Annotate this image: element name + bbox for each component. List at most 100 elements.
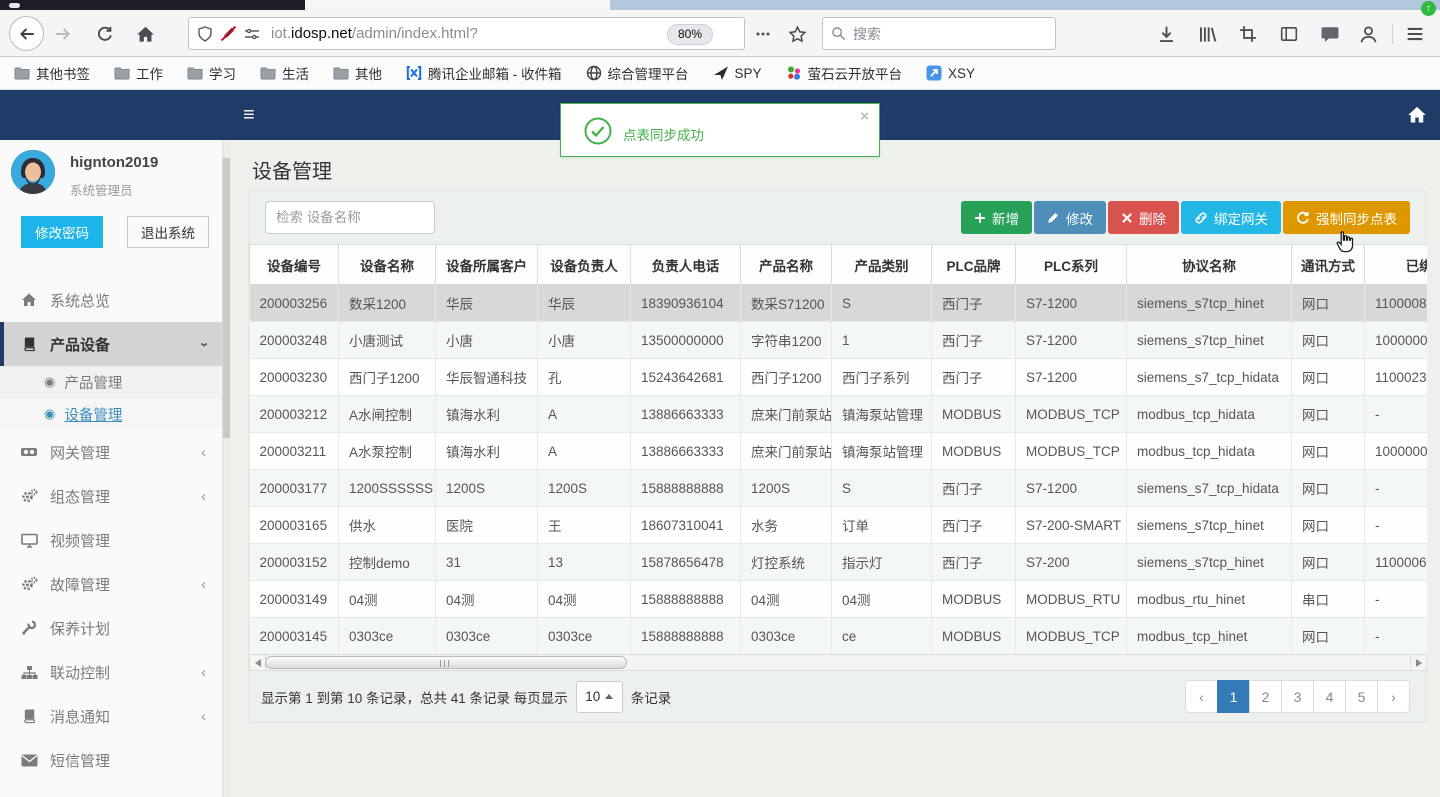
table-cell[interactable]: 13500000000 — [630, 321, 741, 359]
table-cell[interactable]: 王 — [537, 506, 631, 544]
table-row[interactable]: 200003211 A水泵控制 镇海水利 A 13886663333 庶来门前泵站 镇海泵站… — [249, 432, 1427, 470]
table-cell[interactable]: - — [1364, 506, 1427, 544]
logout-button[interactable]: 退出系统 — [127, 216, 209, 248]
table-cell[interactable]: MODBUS_TCP — [1015, 395, 1127, 433]
table-cell[interactable]: 数采1200 — [338, 284, 436, 322]
sidebar-item-system-overview[interactable]: 系统总览 — [0, 278, 222, 322]
bookmark-folder[interactable]: 其他 — [333, 63, 382, 83]
table-cell[interactable]: 庶来门前泵站 — [740, 395, 832, 433]
page-button-3[interactable]: 3 — [1281, 680, 1314, 713]
bookmark-folder[interactable]: 学习 — [187, 63, 236, 83]
table-cell[interactable]: 串口 — [1291, 580, 1365, 618]
table-cell[interactable]: 华辰智通科技 — [435, 358, 538, 396]
table-cell[interactable]: modbus_tcp_hidata — [1126, 395, 1292, 433]
scrollbar-thumb[interactable] — [223, 158, 230, 438]
table-cell[interactable]: 西门子 — [931, 321, 1016, 359]
column-header[interactable]: 已绑定网关 — [1364, 244, 1427, 285]
table-cell[interactable]: A — [537, 432, 631, 470]
table-cell[interactable]: 控制demo — [338, 543, 436, 581]
column-header[interactable]: 设备编号 — [249, 244, 339, 285]
zoom-level-badge[interactable]: 80% — [667, 24, 714, 45]
table-cell[interactable]: 200003211 — [249, 432, 339, 470]
table-cell[interactable]: 网口 — [1291, 617, 1365, 654]
table-cell[interactable]: 1100023 — [1364, 358, 1427, 396]
table-cell[interactable]: 西门子 — [931, 506, 1016, 544]
table-cell[interactable]: S — [831, 469, 932, 507]
table-cell[interactable]: 1100006 — [1364, 543, 1427, 581]
table-cell[interactable]: 15888888888 — [630, 469, 741, 507]
table-row[interactable]: 200003177 1200SSSSSS 1200S 1200S 15888888888… — [249, 469, 1427, 507]
bookmark-spy[interactable]: SPY — [713, 65, 762, 81]
bookmark-admin-platform[interactable]: 综合管理平台 — [586, 63, 689, 83]
table-cell[interactable]: 200003152 — [249, 543, 339, 581]
toast-close-icon[interactable]: × — [860, 108, 869, 125]
page-button-5[interactable]: 5 — [1345, 680, 1378, 713]
page-next-button[interactable]: › — [1377, 680, 1410, 713]
sidebar-scrollbar[interactable] — [222, 140, 230, 797]
table-cell[interactable]: 数采S71200 — [740, 284, 832, 322]
table-cell[interactable]: - — [1364, 469, 1427, 507]
table-cell[interactable]: 04测 — [537, 580, 631, 618]
column-header[interactable]: PLC品牌 — [931, 244, 1016, 285]
table-cell[interactable]: 指示灯 — [831, 543, 932, 581]
add-button[interactable]: 新增 — [961, 201, 1032, 234]
bookmark-folder[interactable]: 工作 — [114, 63, 163, 83]
permissions-sliders-icon[interactable] — [244, 26, 260, 42]
table-cell[interactable]: 灯控系统 — [740, 543, 832, 581]
table-cell[interactable]: 13 — [537, 543, 631, 581]
table-cell[interactable]: 1200S — [740, 469, 832, 507]
column-header[interactable]: 产品类别 — [831, 244, 932, 285]
sidebar-item-linkage-control[interactable]: 联动控制 ‹ — [0, 650, 222, 694]
device-search-input[interactable] — [265, 201, 435, 234]
table-cell[interactable]: 西门子系列 — [831, 358, 932, 396]
bookmark-folder[interactable]: 生活 — [260, 63, 309, 83]
column-header[interactable]: 协议名称 — [1126, 244, 1292, 285]
reload-button[interactable] — [94, 23, 116, 45]
table-cell[interactable]: - — [1364, 395, 1427, 433]
app-home-icon[interactable] — [1407, 105, 1427, 125]
table-cell[interactable]: 镇海水利 — [435, 432, 538, 470]
column-header[interactable]: 产品名称 — [740, 244, 832, 285]
blocked-pencil-icon[interactable] — [220, 25, 237, 42]
table-cell[interactable]: 15888888888 — [630, 617, 741, 654]
table-row[interactable]: 200003212 A水闸控制 镇海水利 A 13886663333 庶来门前泵站 镇海泵站… — [249, 395, 1427, 433]
scroll-right-arrow[interactable] — [1410, 655, 1426, 670]
table-cell[interactable]: MODBUS — [931, 395, 1016, 433]
table-cell[interactable]: MODBUS — [931, 580, 1016, 618]
delete-button[interactable]: 删除 — [1108, 201, 1179, 234]
table-cell[interactable]: 网口 — [1291, 543, 1365, 581]
table-cell[interactable]: S7-200-SMART — [1015, 506, 1127, 544]
account-icon[interactable] — [1357, 23, 1379, 45]
table-cell[interactable]: 1200S — [537, 469, 631, 507]
table-cell[interactable]: 字符串1200 — [740, 321, 832, 359]
table-row[interactable]: 200003152 控制demo 31 13 15878656478 灯控系统 指示灯 西门子… — [249, 543, 1427, 581]
table-cell[interactable]: modbus_tcp_hinet — [1126, 617, 1292, 654]
table-row[interactable]: 200003248 小唐测试 小唐 小唐 13500000000 字符串1200 1 西门子 S… — [249, 321, 1427, 359]
table-cell[interactable]: 18390936104 — [630, 284, 741, 322]
pinned-tab[interactable] — [9, 3, 20, 8]
table-cell[interactable]: 04测 — [740, 580, 832, 618]
sidebar-item-maintenance-plan[interactable]: 保养计划 — [0, 606, 222, 650]
table-cell[interactable]: MODBUS_RTU — [1015, 580, 1127, 618]
table-cell[interactable]: S7-1200 — [1015, 321, 1127, 359]
home-button[interactable] — [134, 23, 156, 45]
table-cell[interactable]: 医院 — [435, 506, 538, 544]
table-cell[interactable]: MODBUS — [931, 617, 1016, 654]
sidebar-item-fault-management[interactable]: 故障管理 ‹ — [0, 562, 222, 606]
sidebar-item-sms-management[interactable]: 短信管理 — [0, 738, 222, 782]
column-header[interactable]: PLC系列 — [1015, 244, 1127, 285]
table-cell[interactable]: 镇海泵站管理 — [831, 432, 932, 470]
table-cell[interactable]: A水闸控制 — [338, 395, 436, 433]
table-row[interactable]: 200003165 供水 医院王 18607310041 水务 订单 西门子 S7-200-S… — [249, 506, 1427, 544]
horizontal-scrollbar[interactable] — [249, 654, 1427, 671]
sidebar-item-screen-management[interactable]: 大屏管理 — [0, 782, 222, 797]
bookmark-tencent-mail[interactable]: 腾讯企业邮箱 - 收件箱 — [406, 63, 562, 83]
menu-hamburger-icon[interactable] — [1404, 23, 1426, 45]
table-cell[interactable]: 200003145 — [249, 617, 339, 654]
sidebar-item-device-management[interactable]: ◉ 设备管理 — [0, 398, 222, 430]
bookmark-star-icon[interactable] — [786, 23, 808, 45]
table-cell[interactable]: 04测 — [338, 580, 436, 618]
table-cell[interactable]: 庶来门前泵站 — [740, 432, 832, 470]
library-icon[interactable] — [1196, 23, 1218, 45]
table-cell[interactable]: siemens_s7tcp_hinet — [1126, 321, 1292, 359]
